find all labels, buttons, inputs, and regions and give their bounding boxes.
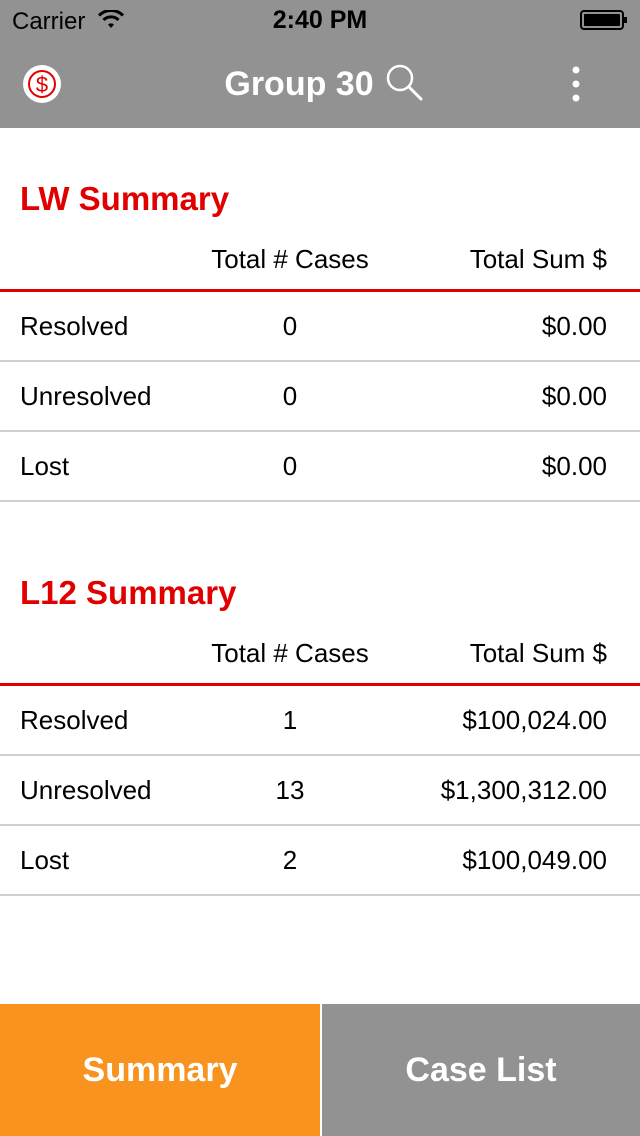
row-sum: $1,300,312.00 bbox=[440, 775, 607, 805]
top-bar: Carrier 2:40 PM $ Group 30 bbox=[0, 0, 640, 128]
row-sum: $0.00 bbox=[541, 311, 607, 341]
row-sum: $100,049.00 bbox=[462, 845, 607, 875]
l12-row-lost[interactable]: Lost 2 $100,049.00 bbox=[0, 826, 640, 896]
row-label: Resolved bbox=[20, 311, 129, 341]
row-count: 0 bbox=[282, 451, 298, 481]
tab-case-list[interactable]: Case List bbox=[322, 1004, 640, 1136]
lw-row-unresolved[interactable]: Unresolved 0 $0.00 bbox=[0, 362, 640, 432]
l12-summary-title: L12 Summary bbox=[20, 574, 237, 611]
row-sum: $100,024.00 bbox=[462, 705, 607, 735]
status-bar: Carrier 2:40 PM bbox=[0, 0, 640, 40]
row-label: Lost bbox=[20, 451, 70, 481]
row-label: Resolved bbox=[20, 705, 129, 735]
row-sum: $0.00 bbox=[541, 451, 607, 481]
row-sum: $0.00 bbox=[541, 381, 607, 411]
l12-row-unresolved[interactable]: Unresolved 13 $1,300,312.00 bbox=[0, 756, 640, 826]
navigation-bar: $ Group 30 bbox=[0, 40, 640, 128]
row-label: Lost bbox=[20, 845, 70, 875]
lw-header-cases: Total # Cases bbox=[211, 244, 369, 274]
search-icon[interactable] bbox=[384, 62, 424, 102]
row-count: 0 bbox=[282, 381, 298, 411]
page-title: Group 30 bbox=[224, 64, 374, 103]
row-count: 2 bbox=[282, 845, 298, 875]
tab-summary[interactable]: Summary bbox=[0, 1004, 320, 1136]
battery-icon bbox=[580, 10, 627, 30]
l12-row-resolved[interactable]: Resolved 1 $100,024.00 bbox=[0, 686, 640, 756]
nav-title-group: Group 30 bbox=[0, 40, 640, 128]
lw-row-lost[interactable]: Lost 0 $0.00 bbox=[0, 432, 640, 502]
row-count: 0 bbox=[282, 311, 298, 341]
status-time: 2:40 PM bbox=[272, 6, 368, 34]
l12-header-cases: Total # Cases bbox=[211, 638, 369, 668]
lw-row-resolved[interactable]: Resolved 0 $0.00 bbox=[0, 292, 640, 362]
lw-header-sum: Total Sum $ bbox=[469, 244, 607, 274]
l12-header-sum: Total Sum $ bbox=[469, 638, 607, 668]
bottom-tab-bar: Summary Case List bbox=[0, 1004, 640, 1136]
lw-summary-title: LW Summary bbox=[20, 180, 230, 217]
more-vertical-icon[interactable] bbox=[560, 64, 592, 104]
row-count: 13 bbox=[275, 775, 305, 805]
row-label: Unresolved bbox=[20, 381, 152, 411]
row-count: 1 bbox=[282, 705, 298, 735]
row-label: Unresolved bbox=[20, 775, 152, 805]
